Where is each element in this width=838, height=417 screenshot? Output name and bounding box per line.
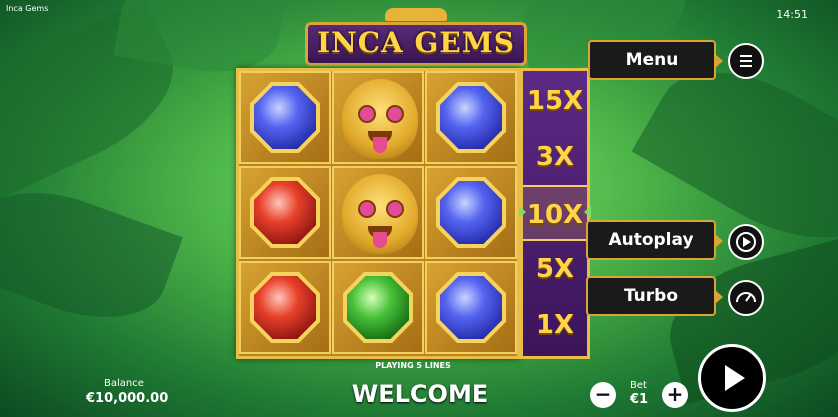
inca-mask-icon [342, 79, 418, 159]
menu-button[interactable]: Menu [588, 40, 723, 80]
balance-label: Balance [104, 378, 144, 389]
speedometer-icon [736, 292, 756, 303]
red-gem-icon [254, 181, 316, 244]
multiplier-5x: 5X [535, 254, 575, 284]
spin-button[interactable] [698, 344, 766, 412]
reel-cell [239, 71, 331, 164]
reel-cell [332, 71, 424, 164]
jungle-leaf [0, 169, 183, 341]
reel-cell [332, 166, 424, 259]
active-multiplier-arrow-left-icon [519, 206, 526, 218]
hamburger-icon [740, 55, 752, 67]
inca-mask-icon [342, 174, 418, 254]
reel-cell [239, 261, 331, 354]
game-logo: INCA GEMS [305, 8, 527, 66]
bet-value: €1 [630, 392, 649, 407]
multiplier-column: 15X 3X 10X 5X 1X [520, 68, 590, 359]
blue-gem-icon [440, 181, 502, 244]
menu-icon-button[interactable] [728, 43, 764, 79]
multiplier-1x: 1X [535, 310, 575, 340]
blue-gem-icon [254, 86, 316, 149]
reel-cell [425, 261, 517, 354]
multiplier-3x: 3X [535, 142, 575, 172]
autoplay-icon-button[interactable] [728, 224, 764, 260]
autoplay-button[interactable]: Autoplay [586, 220, 723, 260]
blue-gem-icon [440, 276, 502, 339]
bet-increase-button[interactable]: + [662, 382, 688, 408]
reel-cell [425, 166, 517, 259]
active-multiplier-arrow-right-icon [584, 206, 591, 218]
bet-label: Bet [630, 380, 647, 391]
clock: 14:51 [776, 8, 808, 21]
reel-board [236, 68, 520, 359]
green-gem-icon [347, 276, 409, 339]
reel-cell [425, 71, 517, 164]
logo-text: INCA GEMS [317, 26, 515, 59]
window-title: Inca Gems [6, 4, 49, 13]
bet-decrease-button[interactable]: − [590, 382, 616, 408]
play-icon [725, 365, 745, 391]
autoplay-icon [736, 232, 756, 252]
lines-indicator: PLAYING 5 LINES [375, 361, 451, 370]
status-message: WELCOME [351, 380, 489, 408]
reel-cell [239, 166, 331, 259]
red-gem-icon [254, 276, 316, 339]
turbo-button[interactable]: Turbo [586, 276, 723, 316]
reel-cell [332, 261, 424, 354]
blue-gem-icon [440, 86, 502, 149]
turbo-icon-button[interactable] [728, 280, 764, 316]
balance-value: €10,000.00 [86, 391, 169, 406]
multiplier-10x: 10X [523, 185, 587, 241]
multiplier-15x: 15X [526, 86, 584, 116]
